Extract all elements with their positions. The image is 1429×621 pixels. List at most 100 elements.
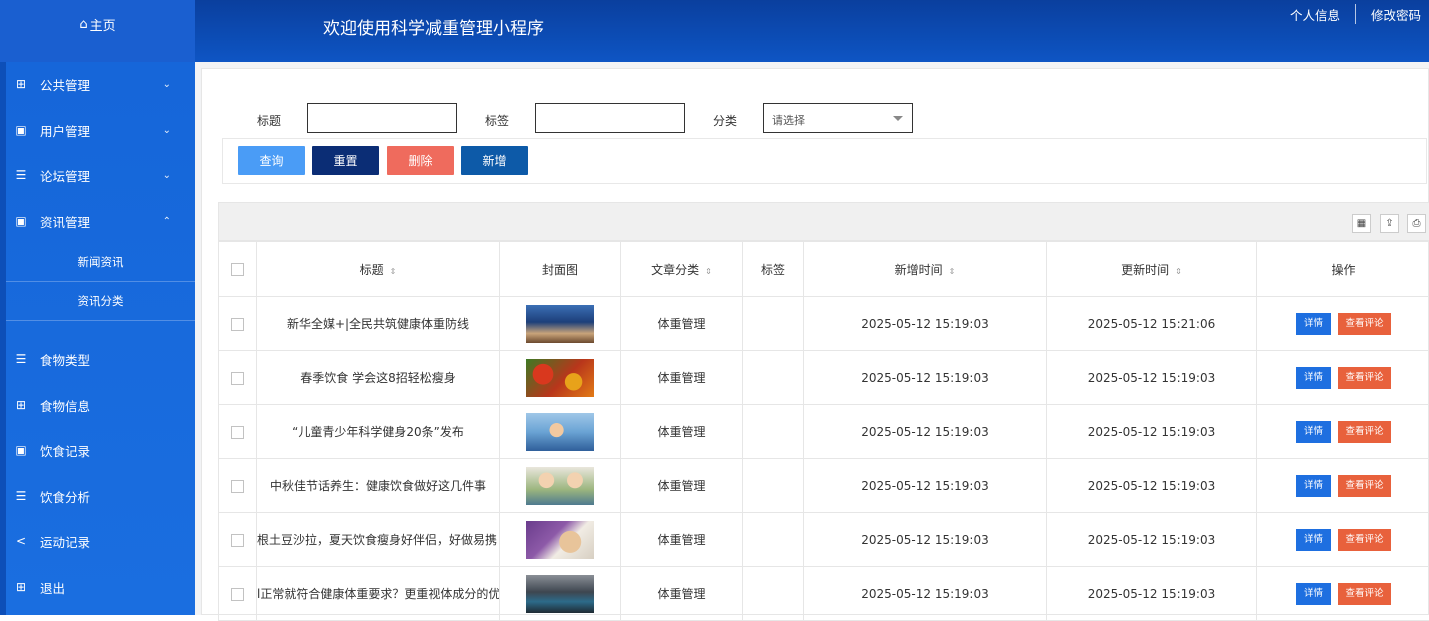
detail-button[interactable]: 详情 xyxy=(1296,529,1331,551)
menu-public[interactable]: ⊞ 公共管理 ⌄ xyxy=(0,61,195,107)
sort-icon[interactable]: ⇕ xyxy=(390,267,397,276)
row-select xyxy=(219,513,257,567)
menu-label: 用户管理 xyxy=(40,121,90,140)
menu-diet-analysis[interactable]: ☰ 饮食分析 xyxy=(0,473,195,519)
row-checkbox[interactable] xyxy=(231,372,244,385)
button-bar: 查询 重置 删除 新增 xyxy=(222,138,1427,184)
category-label: 分类 xyxy=(713,112,737,129)
view-comments-button[interactable]: 查看评论 xyxy=(1338,367,1391,389)
detail-button[interactable]: 详情 xyxy=(1296,367,1331,389)
menu-food-info[interactable]: ⊞ 食物信息 xyxy=(0,382,195,428)
col-title[interactable]: 标题⇕ xyxy=(257,242,500,297)
col-created[interactable]: 新增时间⇕ xyxy=(804,242,1047,297)
row-select xyxy=(219,297,257,351)
add-button[interactable]: 新增 xyxy=(461,146,528,175)
col-updated[interactable]: 更新时间⇕ xyxy=(1047,242,1257,297)
table-row: 新华全媒+|全民共筑健康体重防线 体重管理 2025-05-12 15:19:0… xyxy=(219,297,1429,351)
view-comments-button[interactable]: 查看评论 xyxy=(1338,421,1391,443)
title-input[interactable] xyxy=(307,103,457,133)
col-cover: 封面图 xyxy=(500,242,621,297)
row-updated: 2025-05-12 15:19:03 xyxy=(1047,513,1257,567)
sort-icon[interactable]: ⇕ xyxy=(1175,267,1182,276)
reset-button[interactable]: 重置 xyxy=(312,146,379,175)
view-comments-button[interactable]: 查看评论 xyxy=(1338,583,1391,605)
col-actions: 操作 xyxy=(1257,242,1429,297)
row-updated: 2025-05-12 15:19:03 xyxy=(1047,459,1257,513)
sort-icon[interactable]: ⇕ xyxy=(949,267,956,276)
view-comments-button[interactable]: 查看评论 xyxy=(1338,529,1391,551)
menu-label: 饮食记录 xyxy=(40,441,90,460)
menu-food-type[interactable]: ☰ 食物类型 xyxy=(0,336,195,382)
sort-icon[interactable]: ⇕ xyxy=(705,267,712,276)
row-category: 体重管理 xyxy=(621,297,743,351)
menu-news[interactable]: ▣ 资讯管理 ⌃ xyxy=(0,198,195,244)
row-created: 2025-05-12 15:19:03 xyxy=(804,459,1047,513)
row-category: 体重管理 xyxy=(621,567,743,621)
row-cover xyxy=(500,297,621,351)
menu-logout[interactable]: ⊞ 退出 xyxy=(0,564,195,610)
submenu-label: 资讯分类 xyxy=(78,293,124,309)
row-checkbox[interactable] xyxy=(231,426,244,439)
print-icon[interactable]: ⎙ xyxy=(1407,214,1426,233)
caret-down-icon xyxy=(893,116,903,121)
menu-label: 资讯管理 xyxy=(40,212,90,231)
row-actions: 详情查看评论 xyxy=(1257,297,1429,351)
detail-button[interactable]: 详情 xyxy=(1296,583,1331,605)
row-checkbox[interactable] xyxy=(231,534,244,547)
row-updated: 2025-05-12 15:21:06 xyxy=(1047,297,1257,351)
detail-button[interactable]: 详情 xyxy=(1296,313,1331,335)
view-comments-button[interactable]: 查看评论 xyxy=(1338,313,1391,335)
export-icon[interactable]: ⇪ xyxy=(1380,214,1399,233)
category-placeholder: 请选择 xyxy=(772,114,805,127)
home-link[interactable]: ⌂ 主页 xyxy=(0,0,195,62)
row-created: 2025-05-12 15:19:03 xyxy=(804,513,1047,567)
share-icon: < xyxy=(14,534,28,548)
detail-button[interactable]: 详情 xyxy=(1296,421,1331,443)
cover-image[interactable] xyxy=(526,521,594,559)
cover-image[interactable] xyxy=(526,359,594,397)
menu-users[interactable]: ▣ 用户管理 ⌄ xyxy=(0,107,195,153)
columns-icon[interactable]: ▦ xyxy=(1352,214,1371,233)
cover-image[interactable] xyxy=(526,575,594,613)
row-checkbox[interactable] xyxy=(231,588,244,601)
row-created: 2025-05-12 15:19:03 xyxy=(804,297,1047,351)
delete-button[interactable]: 删除 xyxy=(387,146,454,175)
row-tag xyxy=(743,513,804,567)
row-checkbox[interactable] xyxy=(231,318,244,331)
row-checkbox[interactable] xyxy=(231,480,244,493)
row-created: 2025-05-12 15:19:03 xyxy=(804,567,1047,621)
tag-input[interactable] xyxy=(535,103,685,133)
row-actions: 详情查看评论 xyxy=(1257,513,1429,567)
cover-image[interactable] xyxy=(526,305,594,343)
col-category[interactable]: 文章分类 ⇕ xyxy=(621,242,743,297)
table-row: 春季饮食 学会这8招轻松瘦身 体重管理 2025-05-12 15:19:03 … xyxy=(219,351,1429,405)
grid-icon: ⊞ xyxy=(14,398,28,412)
table-row: 中秋佳节话养生：健康饮食做好这几件事 体重管理 2025-05-12 15:19… xyxy=(219,459,1429,513)
menu-diet-record[interactable]: ▣ 饮食记录 xyxy=(0,427,195,473)
row-actions: 详情查看评论 xyxy=(1257,405,1429,459)
row-cover xyxy=(500,351,621,405)
page-title: 欢迎使用科学减重管理小程序 xyxy=(323,14,544,39)
tag-label: 标签 xyxy=(485,112,509,129)
submenu-news[interactable]: 新闻资讯 xyxy=(6,243,195,282)
profile-link[interactable]: 个人信息 xyxy=(1290,5,1340,24)
row-title: “儿童青少年科学健身20条”发布 xyxy=(257,405,500,459)
select-all-checkbox[interactable] xyxy=(231,263,244,276)
cover-image[interactable] xyxy=(526,467,594,505)
menu-forum[interactable]: ☰ 论坛管理 ⌄ xyxy=(0,152,195,198)
menu-label: 退出 xyxy=(40,578,65,597)
cover-image[interactable] xyxy=(526,413,594,451)
submenu-news-category[interactable]: 资讯分类 xyxy=(6,282,195,321)
category-select[interactable]: 请选择 xyxy=(763,103,913,133)
row-created: 2025-05-12 15:19:03 xyxy=(804,405,1047,459)
menu-exercise[interactable]: < 运动记录 xyxy=(0,518,195,564)
query-button[interactable]: 查询 xyxy=(238,146,305,175)
col-tag: 标签 xyxy=(743,242,804,297)
row-updated: 2025-05-12 15:19:03 xyxy=(1047,567,1257,621)
detail-button[interactable]: 详情 xyxy=(1296,475,1331,497)
col-category-label: 文章分类 xyxy=(651,263,699,277)
menu-label: 饮食分析 xyxy=(40,487,90,506)
row-select xyxy=(219,351,257,405)
change-password-link[interactable]: 修改密码 xyxy=(1371,5,1421,24)
view-comments-button[interactable]: 查看评论 xyxy=(1338,475,1391,497)
